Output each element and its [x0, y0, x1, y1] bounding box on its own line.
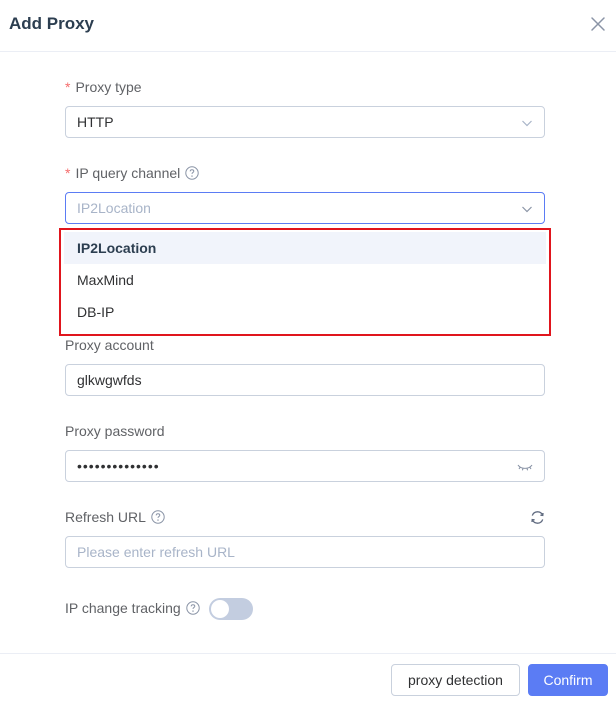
eye-closed-icon[interactable]: [517, 460, 533, 472]
proxy-type-value: HTTP: [77, 114, 114, 130]
dropdown-list: IP2Location MaxMind DB-IP: [64, 232, 546, 328]
dropdown-option-maxmind[interactable]: MaxMind: [64, 264, 546, 296]
ip-query-channel-select[interactable]: IP2Location: [65, 192, 545, 224]
required-mark: *: [65, 165, 71, 181]
refresh-icon[interactable]: [530, 510, 545, 525]
refresh-url-input[interactable]: [65, 536, 545, 568]
ip-change-tracking-label: IP change tracking: [65, 600, 200, 616]
proxy-type-label-text: Proxy type: [75, 79, 142, 95]
ip-change-tracking-toggle[interactable]: [209, 598, 253, 620]
dialog-footer: [0, 653, 616, 703]
ip-query-channel-label: * IP query channel: [65, 165, 199, 181]
proxy-type-select[interactable]: HTTP: [65, 106, 545, 138]
proxy-account-value: glkwgwfds: [77, 372, 142, 388]
refresh-url-text-input[interactable]: [77, 544, 533, 560]
proxy-password-label: Proxy password: [65, 423, 165, 439]
ip-query-channel-label-text: IP query channel: [75, 165, 181, 181]
proxy-detection-button[interactable]: proxy detection: [391, 664, 520, 696]
proxy-password-value: ••••••••••••••: [77, 458, 160, 474]
dialog-title: Add Proxy: [9, 14, 95, 33]
ip-query-channel-value: IP2Location: [77, 200, 151, 216]
toggle-knob: [211, 600, 229, 618]
required-mark: *: [65, 79, 71, 95]
proxy-password-input[interactable]: ••••••••••••••: [65, 450, 545, 482]
proxy-account-label-text: Proxy account: [65, 337, 154, 353]
refresh-url-label-text: Refresh URL: [65, 509, 146, 525]
dropdown-option-ip2location[interactable]: IP2Location: [64, 232, 546, 264]
chevron-down-icon: [521, 202, 533, 214]
proxy-type-label: * Proxy type: [65, 79, 142, 95]
chevron-down-icon: [521, 116, 533, 128]
confirm-button[interactable]: Confirm: [528, 664, 608, 696]
help-icon[interactable]: [185, 166, 199, 180]
ip-query-channel-dropdown: IP2Location MaxMind DB-IP: [59, 228, 551, 336]
proxy-password-label-text: Proxy password: [65, 423, 165, 439]
dropdown-option-db-ip[interactable]: DB-IP: [64, 296, 546, 328]
ip-change-tracking-label-text: IP change tracking: [65, 600, 181, 616]
dialog-header: Add Proxy: [0, 0, 616, 52]
help-icon[interactable]: [151, 510, 165, 524]
refresh-url-label: Refresh URL: [65, 509, 165, 525]
proxy-account-input[interactable]: glkwgwfds: [65, 364, 545, 396]
proxy-account-label: Proxy account: [65, 337, 154, 353]
help-icon[interactable]: [186, 601, 200, 615]
close-icon[interactable]: [588, 14, 608, 34]
